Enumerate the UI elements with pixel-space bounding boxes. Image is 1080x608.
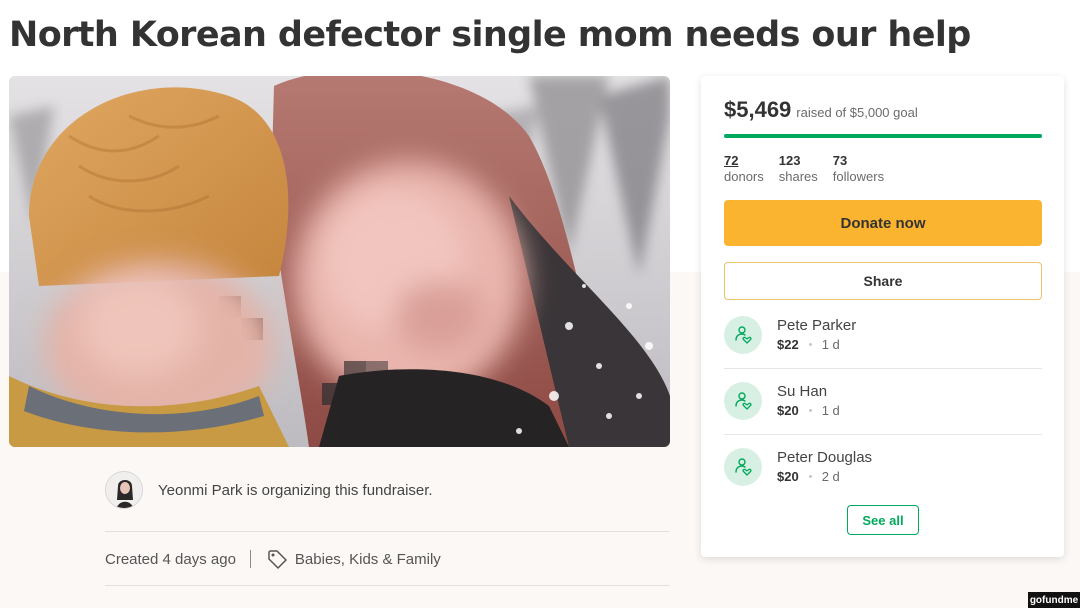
organizer-row: Yeonmi Park is organizing this fundraise… [105, 470, 670, 510]
tag-icon [267, 549, 287, 569]
donor-info: Pete Parker $22 1 d [777, 316, 856, 354]
donation-amount: $20 [777, 403, 799, 418]
donation-time: 1 d [821, 403, 840, 418]
page-title: North Korean defector single mom needs o… [9, 15, 971, 55]
campaign-photo[interactable] [9, 76, 670, 447]
donation-time: 2 d [821, 469, 840, 484]
share-button[interactable]: Share [724, 262, 1042, 300]
organizer-text: Yeonmi Park is organizing this fundraise… [158, 481, 433, 499]
divider [105, 531, 670, 532]
donation-amount: $20 [777, 469, 799, 484]
separator-dot [808, 343, 812, 346]
donor-details: $20 1 d [777, 401, 840, 420]
organizer-avatar-image [106, 472, 142, 508]
stat-followers: 73 followers [833, 153, 884, 185]
raised-summary: $5,469 raised of $5,000 goal [724, 97, 918, 123]
stat-donors-number[interactable]: 72 [724, 153, 764, 169]
gofundme-watermark: gofundme [1028, 592, 1080, 608]
stat-shares-label: shares [778, 169, 818, 184]
stat-followers-number: 73 [832, 153, 848, 168]
donor-details: $22 1 d [777, 335, 856, 354]
raised-amount: $5,469 [724, 97, 792, 122]
donation-item: Peter Douglas $20 2 d [724, 434, 1042, 500]
stat-shares: 123 shares [779, 153, 818, 185]
donor-name: Su Han [777, 383, 828, 400]
donor-heart-hand-icon [724, 382, 762, 420]
donor-info: Su Han $20 1 d [777, 382, 840, 420]
donor-info: Peter Douglas $20 2 d [777, 448, 872, 486]
divider [105, 585, 670, 586]
donate-now-button[interactable]: Donate now [724, 200, 1042, 246]
campaign-meta: Created 4 days ago Babies, Kids & Family [105, 546, 441, 572]
stat-shares-number: 123 [778, 153, 801, 168]
donor-name: Pete Parker [777, 317, 857, 334]
raised-goal: raised of $5,000 goal [796, 105, 918, 120]
donation-panel: $5,469 raised of $5,000 goal 72 donors 1… [701, 76, 1064, 557]
separator-dot [808, 409, 812, 412]
created-date: Created 4 days ago [105, 550, 236, 568]
progress-bar-fill [724, 134, 1042, 138]
meta-separator [249, 550, 251, 568]
donor-details: $20 2 d [777, 467, 872, 486]
donation-time: 1 d [821, 337, 840, 352]
separator-dot [808, 475, 812, 478]
see-all-button[interactable]: See all [847, 505, 919, 535]
donor-name: Peter Douglas [777, 449, 873, 466]
donor-heart-hand-icon [724, 448, 762, 486]
campaign-photo-image [9, 76, 670, 447]
campaign-stats: 72 donors 123 shares 73 followers [724, 153, 899, 185]
donation-item: Pete Parker $22 1 d [724, 302, 1042, 368]
stat-followers-label: followers [832, 169, 885, 184]
category-link[interactable]: Babies, Kids & Family [295, 551, 441, 568]
donor-heart-hand-icon [724, 316, 762, 354]
stat-donors-label: donors [724, 169, 764, 184]
donation-amount: $22 [777, 337, 799, 352]
progress-bar [724, 134, 1042, 138]
stat-donors[interactable]: 72 donors [724, 153, 764, 185]
donation-item: Su Han $20 1 d [724, 368, 1042, 434]
organizer-avatar[interactable] [105, 471, 143, 509]
